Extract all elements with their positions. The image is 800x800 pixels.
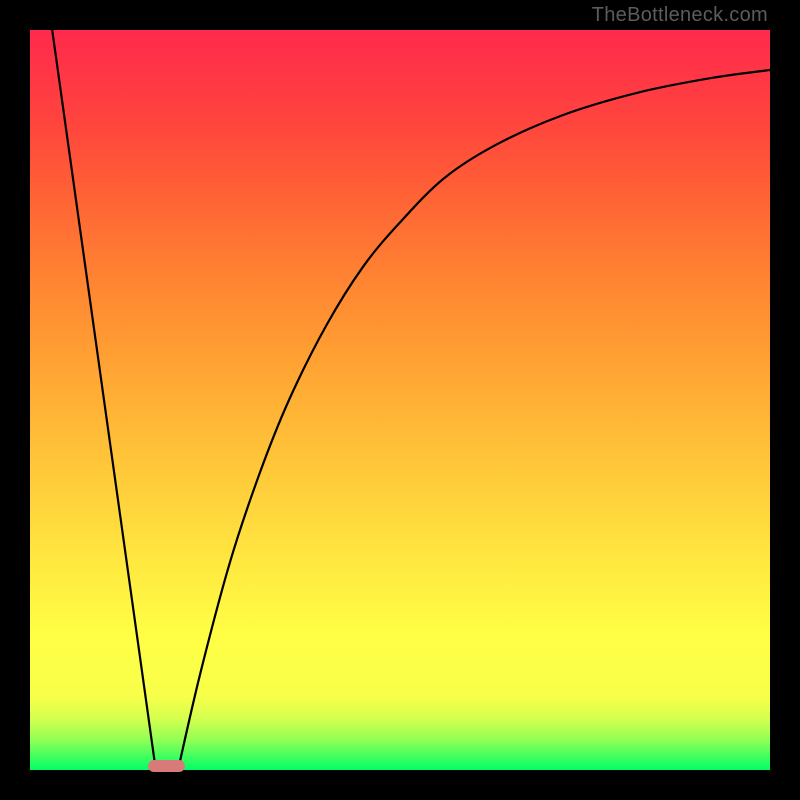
chart-outer-frame: TheBottleneck.com [0, 0, 800, 800]
watermark-text: TheBottleneck.com [592, 4, 768, 27]
bottleneck-marker [148, 760, 185, 772]
curve-left-descent [52, 30, 156, 770]
curve-right-curve [178, 70, 770, 770]
curve-layer [30, 30, 770, 770]
plot-area [30, 30, 770, 770]
